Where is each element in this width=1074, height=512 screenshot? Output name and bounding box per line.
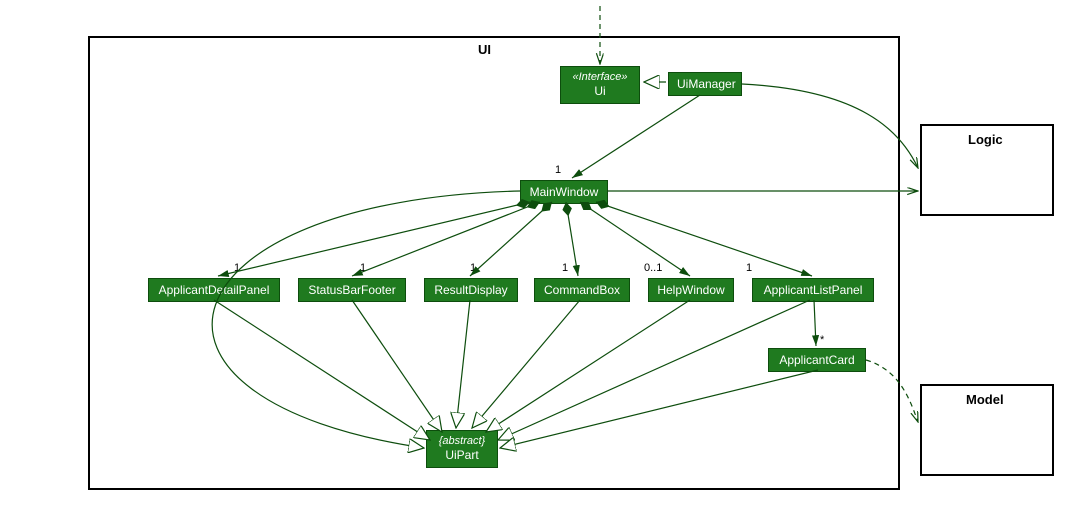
mult-applicant-detail-panel: 1	[234, 262, 240, 274]
mult-applicant-list-panel: 1	[746, 262, 752, 274]
node-interface-ui-name: Ui	[569, 84, 631, 98]
node-ui-part: {abstract} UiPart	[426, 430, 498, 468]
node-status-bar-footer-name: StatusBarFooter	[308, 283, 395, 297]
node-ui-manager: UiManager	[668, 72, 742, 96]
node-applicant-detail-panel-name: ApplicantDetailPanel	[159, 283, 270, 297]
stereotype-interface: «Interface»	[569, 71, 631, 84]
node-main-window-name: MainWindow	[530, 185, 599, 199]
node-status-bar-footer: StatusBarFooter	[298, 278, 406, 302]
diagram-canvas: UI Logic Model «Interface» Ui UiManager …	[0, 0, 1074, 512]
mult-command-box: 1	[562, 262, 568, 274]
node-main-window: MainWindow	[520, 180, 608, 204]
node-command-box-name: CommandBox	[544, 283, 620, 297]
package-model-label: Model	[966, 392, 1004, 407]
node-applicant-card-name: ApplicantCard	[779, 353, 854, 367]
node-result-display-name: ResultDisplay	[434, 283, 507, 297]
node-applicant-detail-panel: ApplicantDetailPanel	[148, 278, 280, 302]
mult-applicant-card: *	[820, 334, 824, 346]
mult-result-display: 1	[470, 262, 476, 274]
node-ui-part-name: UiPart	[435, 448, 489, 462]
stereotype-abstract: {abstract}	[435, 435, 489, 448]
package-ui-box	[88, 36, 900, 490]
node-applicant-card: ApplicantCard	[768, 348, 866, 372]
node-applicant-list-panel-name: ApplicantListPanel	[764, 283, 863, 297]
package-logic-label: Logic	[968, 132, 1003, 147]
mult-help-window: 0..1	[644, 262, 662, 274]
node-result-display: ResultDisplay	[424, 278, 518, 302]
node-help-window-name: HelpWindow	[657, 283, 724, 297]
node-interface-ui: «Interface» Ui	[560, 66, 640, 104]
node-command-box: CommandBox	[534, 278, 630, 302]
package-ui-label: UI	[478, 42, 491, 57]
mult-status-bar-footer: 1	[360, 262, 366, 274]
node-help-window: HelpWindow	[648, 278, 734, 302]
node-applicant-list-panel: ApplicantListPanel	[752, 278, 874, 302]
node-ui-manager-name: UiManager	[677, 77, 736, 91]
mult-main-window: 1	[555, 164, 561, 176]
